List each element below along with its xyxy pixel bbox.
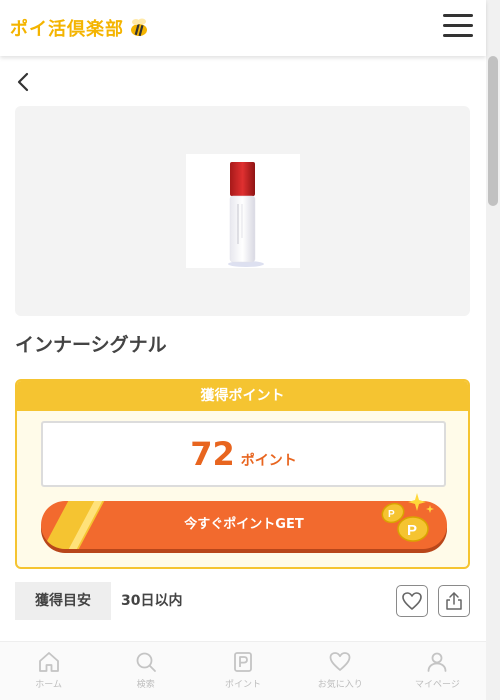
scrollbar-thumb[interactable]: [488, 56, 498, 206]
serum-bottle-image: [228, 162, 264, 267]
share-icon: [446, 592, 462, 610]
nav-points[interactable]: ポイント: [194, 642, 291, 700]
svg-text:P: P: [388, 509, 395, 520]
share-button[interactable]: [438, 585, 470, 617]
estimate-value: 30日以内: [121, 593, 183, 609]
product-title: インナーシグナル: [15, 334, 167, 356]
nav-points-label: ポイント: [225, 680, 262, 690]
logo-text: ポイ活倶楽部: [10, 19, 124, 40]
nav-favorites-label: お気に入り: [317, 680, 363, 690]
search-icon: [136, 652, 156, 672]
app-header: ポイ活倶楽部: [0, 0, 486, 56]
nav-mypage-label: マイページ: [415, 680, 460, 690]
nav-search[interactable]: 検索: [97, 642, 194, 700]
heart-icon: [329, 652, 351, 671]
hamburger-menu-icon[interactable]: [443, 14, 473, 40]
home-icon: [38, 652, 59, 672]
back-button[interactable]: [14, 70, 36, 94]
product-image: [186, 154, 300, 268]
points-card: 獲得ポイント 72 ポイント 今すぐポイントGET P P: [15, 379, 470, 569]
scrollbar[interactable]: [486, 0, 500, 700]
nav-favorites[interactable]: お気に入り: [292, 642, 389, 700]
product-image-area: [15, 106, 470, 316]
points-header: 獲得ポイント: [17, 381, 468, 411]
nav-search-label: 検索: [136, 680, 155, 690]
chevron-left-icon: [17, 72, 29, 92]
nav-home-label: ホーム: [35, 680, 62, 690]
nav-home[interactable]: ホーム: [0, 642, 97, 700]
points-unit: ポイント: [240, 453, 297, 469]
estimate-label: 獲得目安: [15, 582, 111, 620]
coins-icon: P P: [381, 493, 434, 542]
user-icon: [428, 652, 447, 672]
point-p-icon: [234, 652, 252, 672]
favorite-button[interactable]: [396, 585, 428, 617]
points-display: 72 ポイント: [41, 421, 446, 487]
nav-mypage[interactable]: マイページ: [389, 642, 486, 700]
points-value: 72: [190, 435, 235, 473]
bottom-navigation: ホーム 検索 ポイント お気に入り マイページ: [0, 641, 486, 700]
heart-icon: [402, 592, 422, 610]
svg-text:P: P: [407, 522, 417, 539]
bee-icon: [131, 18, 147, 37]
logo[interactable]: ポイ活倶楽部: [10, 14, 150, 42]
